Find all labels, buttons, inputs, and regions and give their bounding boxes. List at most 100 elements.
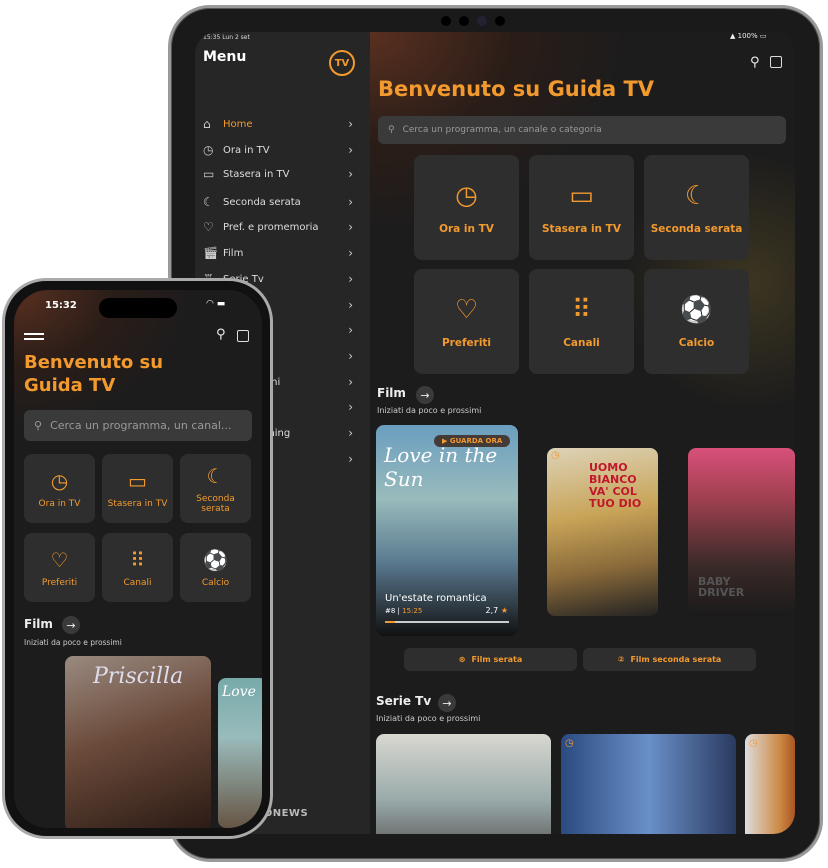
- tile-seconda-serata[interactable]: ☾ Seconda serata: [180, 454, 251, 523]
- tile-ora-in-tv[interactable]: ◷ Ora in TV: [24, 454, 95, 523]
- menu-title: Menu: [203, 49, 247, 65]
- chevron-right-icon: ›: [348, 452, 353, 466]
- sidebar-item[interactable]: ♡ Pref. e promemoria ›: [203, 217, 353, 237]
- tv-icon: ▭: [203, 167, 215, 181]
- chevron-right-icon: ›: [348, 167, 353, 181]
- tile-label: Ora in TV: [38, 498, 81, 509]
- film-card[interactable]: Love: [218, 678, 262, 828]
- serie-card[interactable]: ◷: [561, 734, 736, 834]
- serie-card[interactable]: [376, 734, 551, 834]
- poster-title-art: UOMO BIANCO VA' COL TUO DIO: [589, 461, 642, 511]
- poster-title-art: Priscilla: [93, 664, 184, 689]
- chevron-right-icon: ›: [348, 323, 353, 337]
- film-subtitle: Iniziati da poco e prossimi: [24, 638, 122, 647]
- film-card[interactable]: Priscilla: [65, 656, 211, 828]
- poster-title-art: BABY DRIVER: [698, 575, 745, 599]
- film-card[interactable]: BABY DRIVER: [688, 448, 795, 616]
- heart-icon: ♡: [454, 294, 479, 325]
- sidebar-item[interactable]: ☾ Seconda serata ›: [203, 192, 353, 212]
- tv-icon: ▭: [128, 468, 147, 493]
- sidebar-item[interactable]: ⌂ Home ›: [203, 114, 353, 134]
- chevron-right-icon: ›: [348, 400, 353, 414]
- serie-subtitle: Iniziati da poco e prossimi: [376, 714, 481, 723]
- film-card[interactable]: UOMO BIANCO VA' COL TUO DIO ◷: [547, 448, 658, 616]
- soccer-ball-icon: ⚽: [203, 547, 228, 572]
- moon-icon: ☾: [684, 180, 709, 211]
- rating: 2,7 ★: [486, 606, 508, 615]
- chevron-right-icon: ›: [348, 349, 353, 363]
- tile-label: Canali: [123, 577, 152, 588]
- serie-section-title: Serie Tv: [376, 694, 432, 708]
- clock-icon: ◷: [455, 180, 478, 211]
- progress-fill: [385, 621, 395, 623]
- calendar-icon[interactable]: [237, 330, 249, 342]
- hamburger-menu-icon[interactable]: [24, 333, 44, 340]
- sidebar-item-label: Home: [223, 118, 253, 130]
- clock-icon: ◷: [749, 738, 758, 749]
- dynamic-island: [99, 298, 177, 318]
- search-icon[interactable]: ⚲: [216, 327, 226, 342]
- tile-canali[interactable]: ⠿ Canali: [102, 533, 173, 602]
- search-placeholder: Cerca un programma, un canal...: [50, 419, 232, 432]
- film-seconda-serata-button[interactable]: ② Film seconda serata: [583, 648, 756, 671]
- clapperboard-icon: 🎬︎: [203, 246, 219, 260]
- calendar-icon[interactable]: [770, 56, 782, 68]
- button-label: Film serata: [471, 655, 523, 664]
- film-arrow-button[interactable]: →: [416, 386, 434, 404]
- tv-icon: ▭: [569, 180, 594, 211]
- tile-label: Preferiti: [41, 577, 78, 588]
- chevron-right-icon: ›: [348, 246, 353, 260]
- featured-film-card[interactable]: Love in the Sun ▶ GUARDA ORA Un'estate r…: [376, 425, 518, 636]
- search-input[interactable]: ⚲ Cerca un programma, un canal...: [24, 410, 252, 441]
- search-icon[interactable]: ⚲: [750, 55, 760, 70]
- soccer-ball-icon: ⚽: [680, 294, 713, 325]
- clock-icon: ◷: [565, 738, 574, 749]
- film-reel-icon: ⊛: [458, 655, 466, 664]
- tile-label: Ora in TV: [439, 222, 494, 235]
- sidebar-item[interactable]: ▭ Stasera in TV ›: [203, 164, 353, 184]
- grid-dots-icon: ⠿: [571, 294, 592, 325]
- film-serata-button[interactable]: ⊛ Film serata: [404, 648, 577, 671]
- search-input[interactable]: ⚲ Cerca un programma, un canale o categor…: [378, 116, 786, 144]
- film-time: 15:25: [402, 607, 423, 615]
- badge-text: GUARDA ORA: [449, 437, 503, 445]
- clock-icon: ◷: [203, 143, 214, 157]
- tile-stasera-in-tv[interactable]: ▭ Stasera in TV: [102, 454, 173, 523]
- tile-label: Seconda serata: [650, 222, 743, 235]
- tile-preferiti[interactable]: ♡ Preferiti: [24, 533, 95, 602]
- chevron-right-icon: ›: [348, 220, 353, 234]
- sidebar-item-label: Film: [223, 247, 244, 259]
- rating-value: 2,7: [485, 606, 499, 615]
- status-time: 15:32: [45, 300, 77, 311]
- watch-now-badge[interactable]: ▶ GUARDA ORA: [434, 435, 511, 447]
- sidebar-item-label: Pref. e promemoria: [223, 221, 319, 233]
- tile-canali[interactable]: ⠿ Canali: [529, 269, 634, 374]
- tile-label: Calcio: [201, 577, 230, 588]
- tile-calcio[interactable]: ⚽ Calcio: [180, 533, 251, 602]
- search-icon: ⚲: [388, 125, 395, 135]
- tile-stasera-in-tv[interactable]: ▭ Stasera in TV: [529, 155, 634, 260]
- sidebar-item-label: Stasera in TV: [223, 168, 290, 180]
- two-circle-icon: ②: [617, 655, 625, 664]
- page-title: Benvenuto su Guida TV: [378, 77, 655, 101]
- serie-card[interactable]: ◷: [745, 734, 795, 834]
- film-arrow-button[interactable]: →: [62, 616, 80, 634]
- battery-status: ▲ 100% ▭: [730, 32, 767, 40]
- heart-icon: ♡: [203, 220, 214, 234]
- tile-calcio[interactable]: ⚽ Calcio: [644, 269, 749, 374]
- chevron-right-icon: ›: [348, 117, 353, 131]
- home-icon: ⌂: [203, 117, 211, 131]
- chevron-right-icon: ›: [348, 298, 353, 312]
- serie-arrow-button[interactable]: →: [438, 694, 456, 712]
- guida-tv-logo: TV: [329, 50, 355, 76]
- sidebar-item[interactable]: 🎬︎ Film ›: [203, 243, 353, 263]
- battery-text: 100%: [737, 32, 758, 40]
- channel-number: #8: [385, 607, 396, 615]
- tile-ora-in-tv[interactable]: ◷ Ora in TV: [414, 155, 519, 260]
- sidebar-item[interactable]: ◷ Ora in TV ›: [203, 140, 353, 160]
- sidebar-item-label: Seconda serata: [223, 196, 301, 208]
- film-meta: #8 | 15:25: [385, 607, 423, 615]
- tile-seconda-serata[interactable]: ☾ Seconda serata: [644, 155, 749, 260]
- status-time: 15:35 Lun 2 set: [203, 34, 250, 41]
- tile-preferiti[interactable]: ♡ Preferiti: [414, 269, 519, 374]
